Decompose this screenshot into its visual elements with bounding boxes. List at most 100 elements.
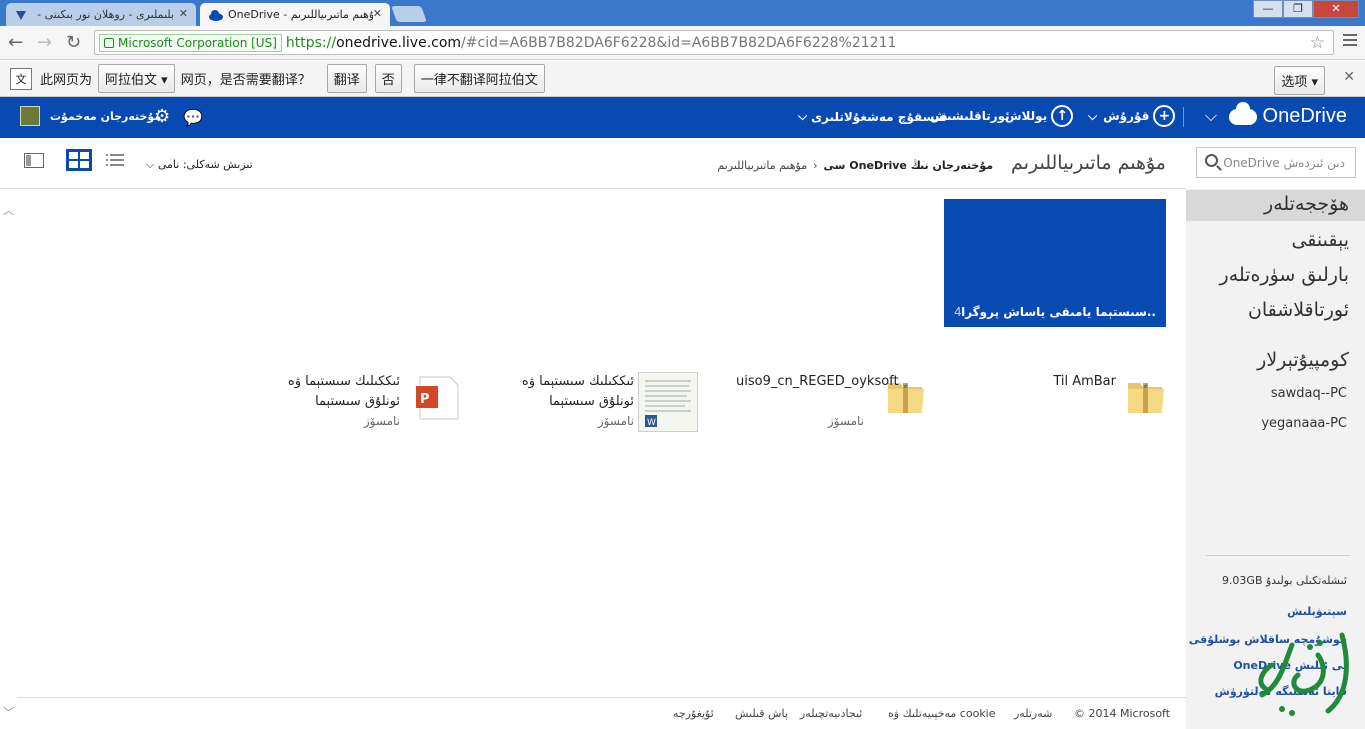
translate-question: 网页，是否需要翻译？ [180, 73, 311, 88]
buy-storage-link[interactable]: سېتىۋېلىش [1287, 605, 1347, 618]
user-menu[interactable]: مۇختەرجان مەخمۇت [20, 106, 161, 126]
tab-title: OneDrive - مۇھىم ماتىرىياللىرىم [228, 8, 373, 21]
header-divider [1183, 107, 1184, 127]
sort-dropdown[interactable]: ⌵ تىزىش شەكلى: نامى [146, 158, 253, 172]
file-name: Til AmBar [1053, 374, 1116, 389]
tab-onedrive[interactable]: OneDrive - مۇھىم ماتىرىياللىرىم ✕ [200, 3, 390, 26]
thumbnails-view-icon[interactable] [66, 149, 92, 174]
never-translate-button[interactable]: 一律不翻译阿拉伯文 [413, 64, 545, 93]
translate-bar: 文 此网页为 阿拉伯文 ▾ 网页，是否需要翻译？ 翻译 否 一律不翻译阿拉伯文 … [0, 61, 1365, 97]
folder-tile[interactable]: سىستېما يامىقى ياساش پروگرا.. 4 [944, 199, 1166, 327]
no-translate-button[interactable]: 否 [374, 64, 402, 93]
bookmark-star-icon[interactable]: ☆ [1310, 33, 1325, 53]
footer-developers-link[interactable]: ئىجادىيەتچىلەر [800, 707, 862, 720]
nav-item-all-photos[interactable]: بارلىق سۈرەتلەر [1220, 264, 1349, 286]
folder-actions-button[interactable]: ⌵ قىسقۇچ مەشغۇلاتلىرى [798, 109, 948, 124]
command-row: ⌵ تىزىش شەكلى: نامى مۇھىم ماتىرىياللىرىم… [0, 138, 1186, 189]
scroll-up-icon[interactable]: ︿ [3, 202, 14, 218]
pc-item[interactable]: sawdaq--PC [1271, 386, 1347, 401]
new-tab-button[interactable] [391, 6, 427, 22]
new-label: قۇرۇش [1103, 109, 1150, 123]
app-switcher-chevron-icon[interactable]: ⌵ [1205, 106, 1217, 126]
nav-item-files[interactable]: ھۆججەتلەر [1264, 193, 1349, 215]
translate-close-icon[interactable]: ✕ [1343, 69, 1355, 85]
file-name: ئىككىلىك سىستېما ۋە ئونلۇق سىستېما [287, 374, 400, 409]
footer-report-link[interactable]: پاش قىلىش [735, 707, 788, 720]
breadcrumb-root[interactable]: مۇختەرجان نىڭ OneDrive سى [824, 159, 994, 172]
file-item[interactable]: P ئىككىلىك سىستېما ۋە ئونلۇق سىستېما نام… [270, 372, 460, 434]
svg-text:P: P [420, 392, 430, 407]
translate-prefix: 此网页为 [40, 73, 93, 88]
sort-label: تىزىش شەكلى: نامى [157, 158, 253, 171]
nav-pcs-heading: كومپيۇتېرلار [1257, 349, 1349, 371]
breadcrumb-current[interactable]: مۇھىم ماتىرىياللىرىم [717, 159, 807, 172]
translate-icon: 文 [10, 67, 32, 90]
upload-button[interactable]: يوللاش ↑ [1005, 105, 1074, 127]
roxlan-favicon-icon [14, 8, 28, 22]
minimize-button[interactable]: — [1253, 0, 1283, 18]
lock-icon [104, 37, 114, 48]
copyright: © 2014 Microsoft [1074, 707, 1171, 720]
file-item[interactable]: Til AmBar [1040, 372, 1166, 434]
search-box[interactable]: OneDrive دىن ئىزدەش [1196, 147, 1356, 178]
feedback-icon[interactable]: 💬 [183, 108, 203, 127]
forward-arrow-icon[interactable]: → [37, 32, 52, 53]
reload-icon[interactable]: ↻ [66, 32, 81, 53]
tab-close-icon[interactable]: ✕ [179, 7, 188, 20]
footer-privacy-link[interactable]: مەخپىيەتلىك ۋە cookie [888, 707, 996, 720]
breadcrumb: مۇھىم ماتىرىياللىرىم مۇختەرجان نىڭ OneDr… [711, 152, 1166, 174]
file-name: ئىككىلىك سىستېما ۋە ئونلۇق سىستېما [521, 374, 634, 409]
onedrive-favicon-icon [208, 8, 223, 22]
onedrive-header: OneDrive ⌵ ⌵ قۇرۇش + يوللاش ↑ ئورتاقلىشى… [0, 97, 1365, 138]
upload-label: يوللاش [1005, 109, 1048, 123]
browser-toolbar: ← → ↻ Microsoft Corporation [US] https:/… [0, 26, 1365, 60]
footer: © 2014 Microsoft شەرتلەر مەخپىيەتلىك ۋە … [17, 697, 1186, 729]
nav-item-recent[interactable]: يېقىنقى [1291, 229, 1349, 251]
url-path: /#cid=A6BB7B82DA6F6228&id=A6BB7B82DA6F62… [461, 34, 897, 51]
address-bar[interactable]: Microsoft Corporation [US] https:// oned… [94, 30, 1334, 55]
chevron-down-icon: ⌵ [798, 109, 808, 123]
nav-divider [1206, 555, 1350, 556]
svg-text:W: W [647, 418, 656, 428]
tab-roxlan[interactable]: بلىملىرى - روھلان نور بىكىتى - ✕ [6, 3, 196, 26]
search-placeholder: OneDrive دىن ئىزدەش [1223, 156, 1345, 170]
translate-options-button[interactable]: 选项 ▾ [1274, 66, 1325, 95]
chevron-down-icon: ⌵ [1088, 108, 1098, 123]
file-type: نامسۆز [597, 414, 634, 428]
user-name: مۇختەرجان مەخمۇت [50, 109, 162, 123]
nav-item-shared[interactable]: ئورتاقلاشقان [1248, 299, 1349, 321]
back-arrow-icon[interactable]: ← [8, 32, 23, 53]
onedrive-logo[interactable]: OneDrive [1228, 101, 1347, 128]
onedrive-cloud-icon [1228, 101, 1257, 125]
list-view-icon[interactable] [106, 153, 124, 170]
ev-certificate-badge[interactable]: Microsoft Corporation [US] [99, 33, 282, 52]
file-item[interactable]: uiso9_cn_REGED_oyksoft نامسۆز [736, 372, 926, 434]
language-select[interactable]: 阿拉伯文 ▾ [98, 64, 175, 93]
tab-close-icon[interactable]: ✕ [373, 7, 382, 20]
pdf-file-icon: P [416, 376, 460, 420]
page-title: مۇھىم ماتىرىياللىرىم [1011, 152, 1166, 174]
scroll-down-icon[interactable]: ﹀ [3, 704, 14, 720]
file-item[interactable]: W ئىككىلىك سىستېما ۋە ئونلۇق سىستېما نام… [504, 372, 698, 434]
url-scheme: https:// [285, 34, 337, 51]
close-window-button[interactable]: ✕ [1313, 0, 1359, 18]
folder-actions-label: قىسقۇچ مەشغۇلاتلىرى [811, 109, 948, 124]
translate-button[interactable]: 翻译 [326, 64, 367, 93]
search-icon[interactable] [1205, 154, 1218, 167]
window-controls: — ❐ ✕ [1253, 0, 1359, 18]
file-type: نامسۆز [827, 414, 864, 428]
details-pane-icon[interactable] [24, 153, 44, 171]
file-name: uiso9_cn_REGED_oyksoft [736, 374, 899, 389]
browser-menu-icon[interactable] [1343, 34, 1357, 49]
chevron-left-icon: ‹ [813, 159, 818, 172]
footer-terms-link[interactable]: شەرتلەر [1014, 707, 1052, 720]
onedrive-logo-text: OneDrive [1262, 105, 1347, 127]
url-host: onedrive.live.com [336, 34, 462, 51]
pc-item[interactable]: yeganaaa-PC [1261, 416, 1347, 431]
maximize-button[interactable]: ❐ [1283, 0, 1313, 18]
file-type: نامسۆز [363, 414, 400, 428]
calligraphy-watermark [1232, 625, 1362, 725]
footer-language-link[interactable]: ئۇيغۇرچە [673, 707, 714, 720]
new-button[interactable]: ⌵ قۇرۇش + [1088, 105, 1176, 127]
zip-folder-icon [1126, 375, 1166, 417]
